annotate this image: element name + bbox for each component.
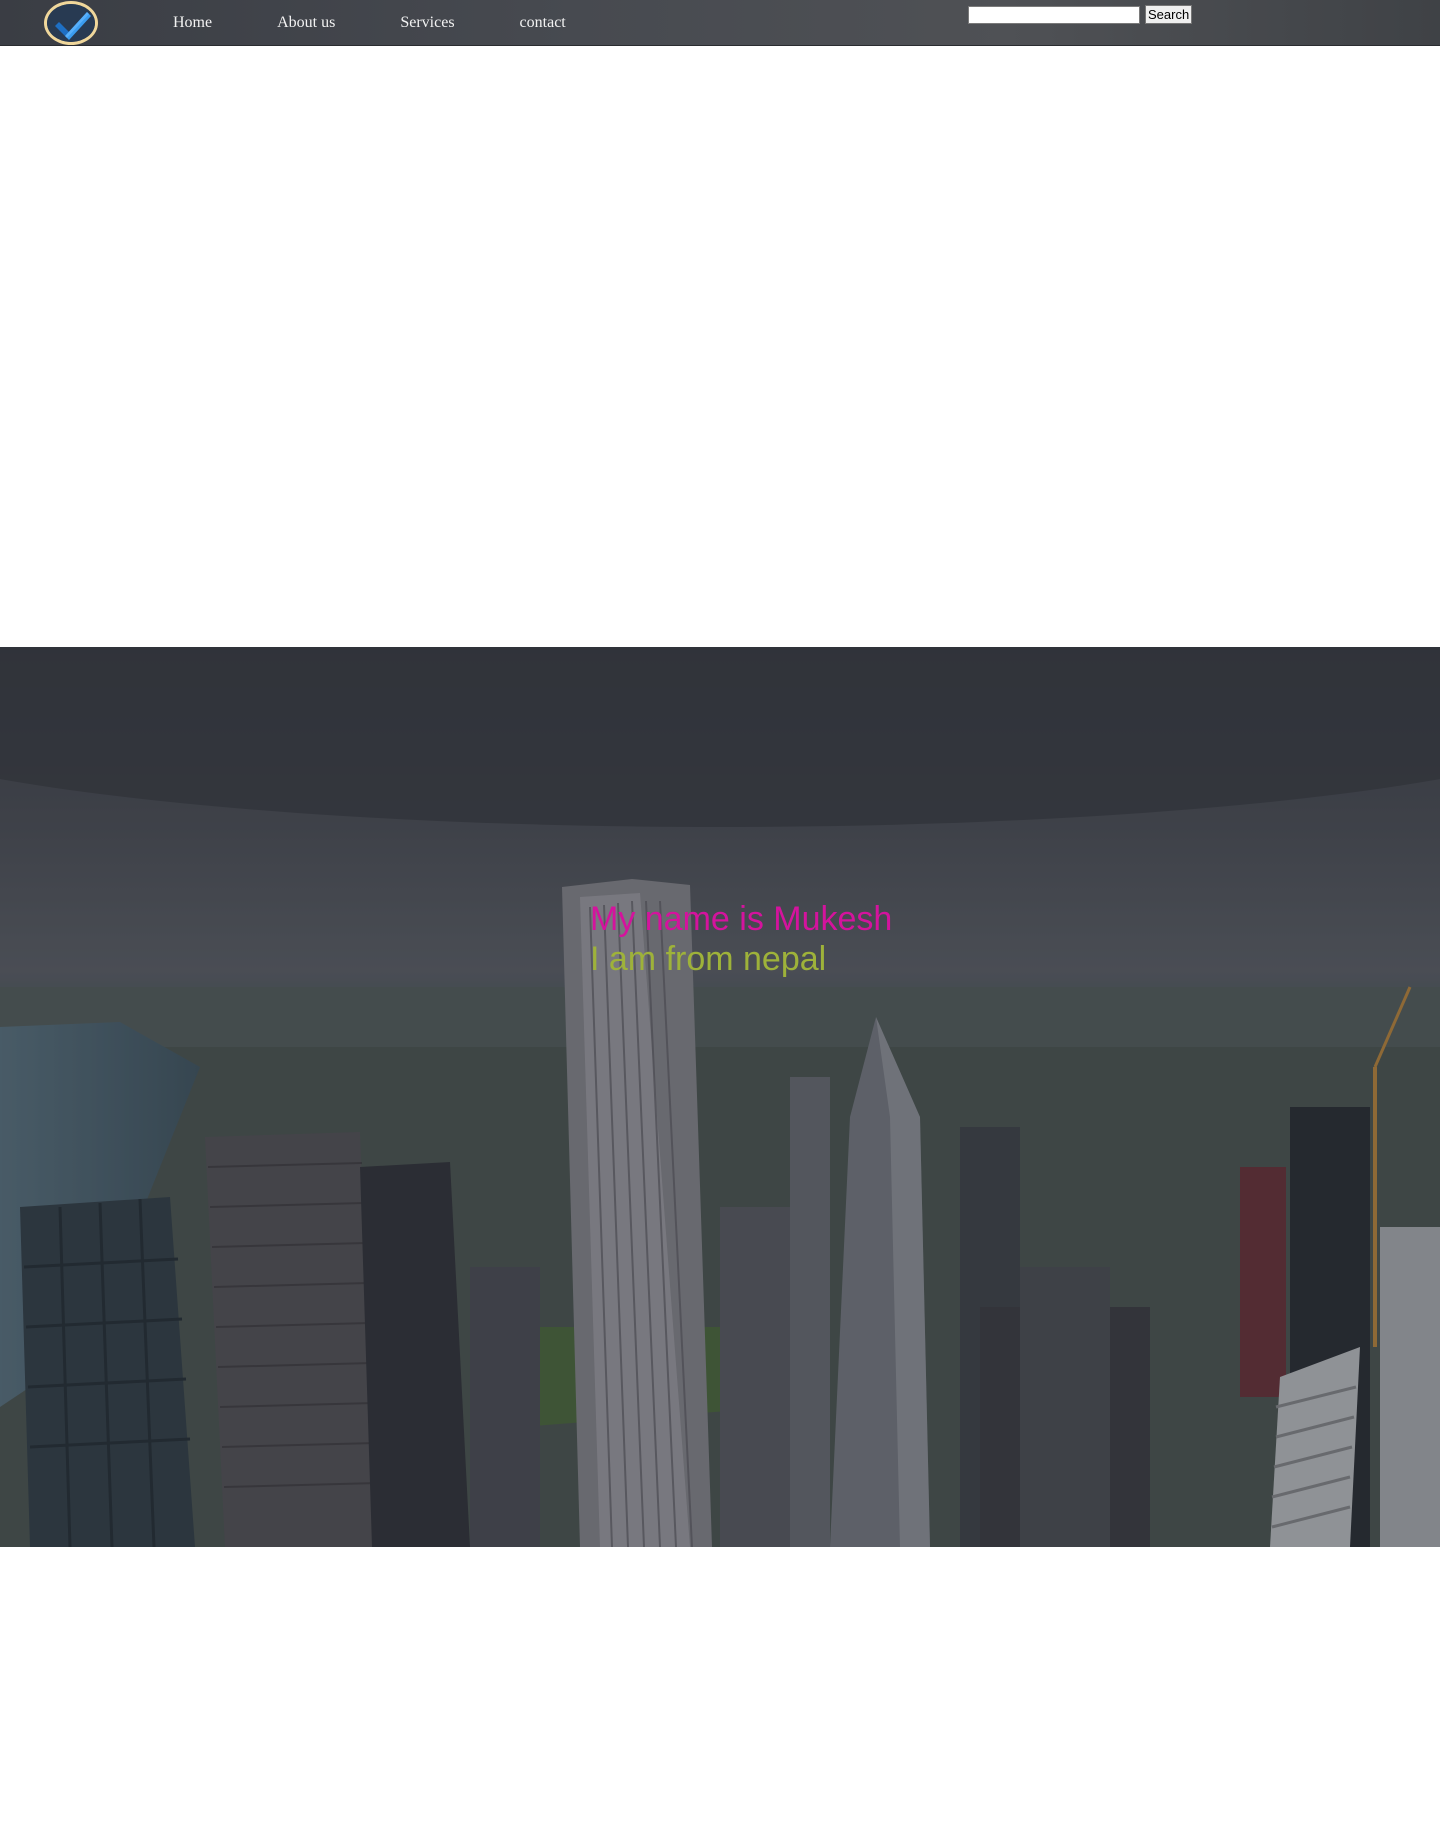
nav-link-services[interactable]: Services [400,14,454,32]
nav-link-contact[interactable]: contact [520,14,566,32]
top-navbar: Home About us Services contact Search [0,0,1440,46]
main-nav: Home About us Services contact [150,0,609,46]
logo-graphic [47,4,95,42]
search-button[interactable]: Search [1145,5,1193,24]
search-input[interactable] [968,5,1140,24]
search-form: Search [968,5,1193,24]
nav-link-about-us[interactable]: About us [277,14,335,32]
checkmark-logo-icon[interactable] [44,1,98,45]
hero-text-block: My name is Mukesh I am from nepal [590,899,892,979]
hero-section: My name is Mukesh I am from nepal [0,647,1440,1547]
hero-heading-origin: I am from nepal [590,940,827,978]
hero-dark-overlay [0,647,1440,1547]
nav-link-home[interactable]: Home [173,14,212,32]
hero-heading-name: My name is Mukesh [590,900,893,938]
